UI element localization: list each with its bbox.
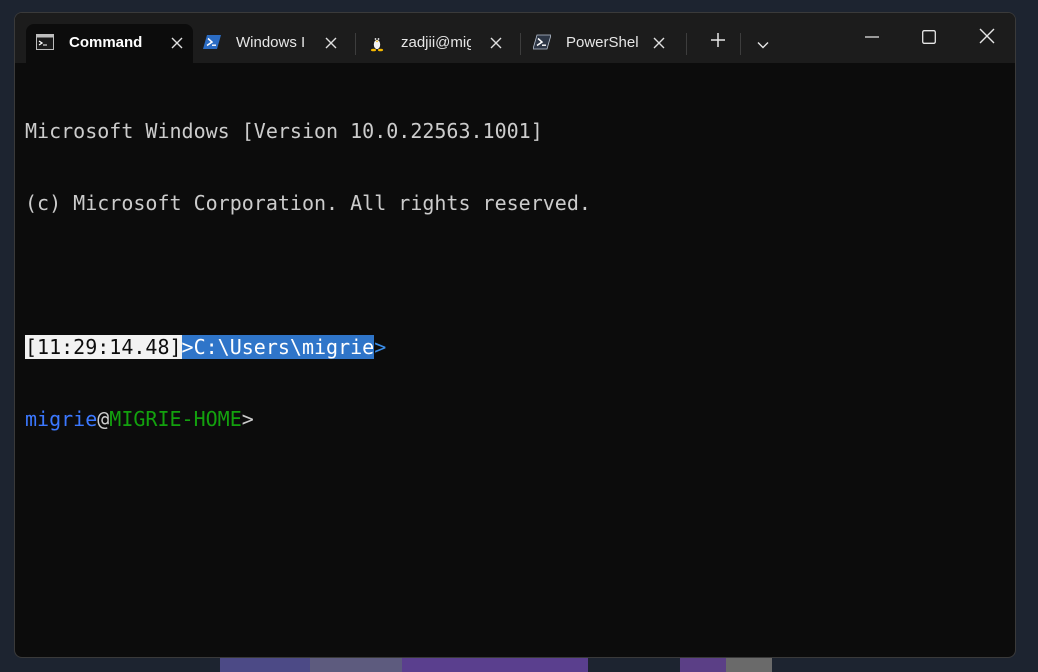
tab-powershell[interactable]: PowerShel bbox=[523, 24, 683, 63]
tab-label: zadjii@mig bbox=[401, 34, 471, 51]
close-tab-icon[interactable] bbox=[324, 36, 338, 50]
tab-label: PowerShel bbox=[566, 34, 638, 51]
tab-windows-powershell[interactable]: Windows I bbox=[193, 24, 353, 63]
output-line: (c) Microsoft Corporation. All rights re… bbox=[25, 191, 591, 215]
tab-label: Command bbox=[69, 34, 143, 51]
terminal-output[interactable]: Microsoft Windows [Version 10.0.22563.10… bbox=[25, 71, 591, 479]
tab-command[interactable]: Command bbox=[26, 24, 193, 63]
maximize-icon bbox=[922, 29, 936, 48]
tab-separator bbox=[520, 33, 521, 55]
prompt-arrow: > bbox=[374, 335, 387, 359]
linux-penguin-icon bbox=[368, 34, 386, 52]
terminal-window: Command Windows I zadjii@mig PowerShel M… bbox=[14, 12, 1016, 658]
close-tab-icon[interactable] bbox=[652, 36, 666, 50]
output-line: Microsoft Windows [Version 10.0.22563.10… bbox=[25, 119, 543, 143]
tab-separator bbox=[740, 33, 741, 55]
tab-label: Windows I bbox=[236, 34, 306, 51]
powershell-icon bbox=[532, 34, 552, 50]
prompt-user: migrie bbox=[25, 407, 98, 431]
title-bar[interactable]: Command Windows I zadjii@mig PowerShel bbox=[15, 13, 1015, 63]
close-icon bbox=[979, 28, 995, 48]
chevron-down-icon bbox=[757, 34, 769, 53]
minimize-icon bbox=[865, 29, 879, 48]
desktop-background-strip bbox=[0, 656, 1038, 672]
close-window-button[interactable] bbox=[964, 23, 1010, 53]
tab-linux[interactable]: zadjii@mig bbox=[358, 24, 518, 63]
tab-separator bbox=[355, 33, 356, 55]
new-tab-button[interactable] bbox=[701, 30, 735, 54]
tab-dropdown-button[interactable] bbox=[749, 32, 777, 54]
minimize-button[interactable] bbox=[849, 23, 895, 53]
prompt-caret: > bbox=[241, 407, 254, 431]
prompt-time-segment: [11:29:14.48] bbox=[25, 335, 182, 359]
maximize-button[interactable] bbox=[906, 23, 952, 53]
prompt-line: migrie@MIGRIE-HOME> bbox=[25, 407, 591, 431]
close-tab-icon[interactable] bbox=[170, 36, 184, 50]
prompt-path-segment: >C:\Users\migrie bbox=[181, 335, 375, 359]
plus-icon bbox=[710, 32, 726, 52]
powershell-icon bbox=[203, 34, 221, 50]
prompt-at: @ bbox=[97, 407, 110, 431]
tab-separator bbox=[686, 33, 687, 55]
cmd-icon bbox=[36, 34, 54, 50]
prompt-host: MIGRIE-HOME bbox=[109, 407, 242, 431]
prompt-line: [11:29:14.48]>C:\Users\migrie> bbox=[25, 335, 591, 359]
close-tab-icon[interactable] bbox=[489, 36, 503, 50]
